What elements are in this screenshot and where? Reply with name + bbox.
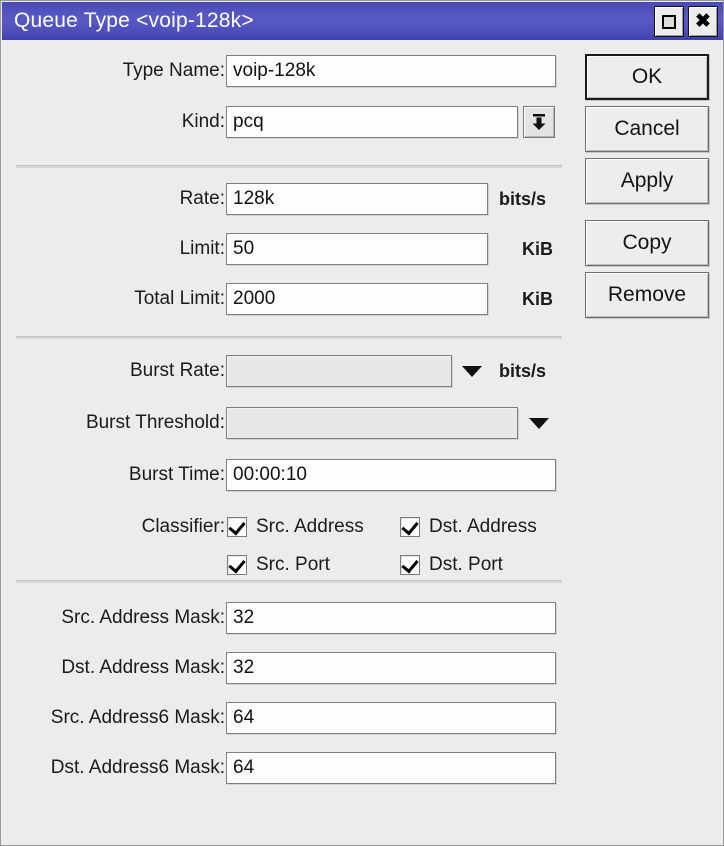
- row-limit: Limit: 50 KiB: [2, 232, 574, 266]
- checkbox-icon: [227, 555, 247, 575]
- burst-threshold-label: Burst Threshold:: [85, 412, 225, 433]
- window-controls: ✖: [654, 6, 718, 37]
- kind-label: Kind:: [181, 111, 225, 132]
- checkbox-icon: [400, 555, 420, 575]
- apply-button[interactable]: Apply: [585, 158, 709, 204]
- row-kind: Kind: pcq: [2, 105, 574, 139]
- total-limit-unit: KiB: [522, 288, 553, 309]
- classifier-src-port[interactable]: Src. Port: [227, 554, 330, 576]
- dropdown-arrow-icon: [532, 114, 546, 130]
- row-burst-rate: Burst Rate: bits/s: [2, 354, 574, 388]
- row-rate: Rate: 128k bits/s: [2, 182, 574, 216]
- chevron-down-icon[interactable]: [529, 418, 549, 429]
- form-area: Type Name: voip-128k Kind: pcq Rate: 128…: [2, 40, 574, 845]
- classifier-dst-port[interactable]: Dst. Port: [400, 554, 503, 576]
- rate-unit: bits/s: [499, 188, 547, 209]
- limit-input[interactable]: 50: [226, 233, 488, 265]
- row-type-name: Type Name: voip-128k: [2, 54, 574, 88]
- row-total-limit: Total Limit: 2000 KiB: [2, 282, 574, 316]
- separator-3: [16, 580, 562, 583]
- classifier-src-port-label: Src. Port: [256, 554, 330, 575]
- src-address-mask-label: Src. Address Mask:: [61, 607, 225, 628]
- src-address-mask-input[interactable]: 32: [226, 602, 556, 634]
- classifier-label: Classifier:: [141, 516, 225, 537]
- classifier-dst-port-label: Dst. Port: [429, 554, 503, 575]
- dst-address6-mask-input[interactable]: 64: [226, 752, 556, 784]
- burst-time-input[interactable]: 00:00:10: [226, 459, 556, 491]
- row-dst-address-mask: Dst. Address Mask: 32: [2, 651, 574, 685]
- classifier-dst-address-label: Dst. Address: [429, 516, 537, 537]
- maximize-icon: [662, 14, 676, 29]
- checkbox-icon: [227, 517, 247, 537]
- ok-button[interactable]: OK: [585, 54, 709, 100]
- type-name-label: Type Name:: [122, 60, 225, 81]
- total-limit-input[interactable]: 2000: [226, 283, 488, 315]
- button-column: OK Cancel Apply Copy Remove: [585, 54, 709, 324]
- burst-rate-label: Burst Rate:: [129, 360, 225, 381]
- title-bar[interactable]: Queue Type <voip-128k> ✖: [2, 2, 723, 40]
- dst-address6-mask-label: Dst. Address6 Mask:: [50, 757, 225, 778]
- kind-input[interactable]: pcq: [226, 106, 518, 138]
- row-src-address-mask: Src. Address Mask: 32: [2, 601, 574, 635]
- rate-label: Rate:: [179, 188, 225, 209]
- burst-threshold-input[interactable]: [226, 407, 518, 439]
- classifier-dst-address[interactable]: Dst. Address: [400, 516, 537, 538]
- kind-dropdown-button[interactable]: [523, 106, 555, 138]
- row-dst-address6-mask: Dst. Address6 Mask: 64: [2, 751, 574, 785]
- queue-type-dialog: Queue Type <voip-128k> ✖ Type Name: voip…: [0, 0, 724, 846]
- row-burst-time: Burst Time: 00:00:10: [2, 458, 574, 492]
- maximize-button[interactable]: [654, 6, 684, 37]
- limit-label: Limit:: [179, 238, 225, 259]
- dst-address-mask-input[interactable]: 32: [226, 652, 556, 684]
- window-title: Queue Type <voip-128k>: [14, 9, 254, 32]
- copy-button[interactable]: Copy: [585, 220, 709, 266]
- row-classifier: Classifier: Src. Address Dst. Address: [2, 510, 574, 544]
- type-name-input[interactable]: voip-128k: [226, 55, 556, 87]
- dialog-body: Type Name: voip-128k Kind: pcq Rate: 128…: [2, 40, 723, 845]
- close-icon: ✖: [695, 11, 711, 32]
- dst-address-mask-label: Dst. Address Mask:: [61, 657, 225, 678]
- burst-time-label: Burst Time:: [128, 464, 225, 485]
- src-address6-mask-label: Src. Address6 Mask:: [50, 707, 225, 728]
- classifier-src-address-label: Src. Address: [256, 516, 364, 537]
- burst-rate-input[interactable]: [226, 355, 452, 387]
- row-classifier-ports: Src. Port Dst. Port: [2, 548, 574, 582]
- src-address6-mask-input[interactable]: 64: [226, 702, 556, 734]
- total-limit-label: Total Limit:: [134, 288, 225, 309]
- classifier-src-address[interactable]: Src. Address: [227, 516, 364, 538]
- row-src-address6-mask: Src. Address6 Mask: 64: [2, 701, 574, 735]
- remove-button[interactable]: Remove: [585, 272, 709, 318]
- burst-rate-unit: bits/s: [499, 360, 547, 381]
- limit-unit: KiB: [522, 238, 553, 259]
- close-button[interactable]: ✖: [688, 6, 718, 37]
- chevron-down-icon[interactable]: [462, 366, 482, 377]
- checkbox-icon: [400, 517, 420, 537]
- rate-input[interactable]: 128k: [226, 183, 488, 215]
- separator-1: [16, 165, 562, 168]
- cancel-button[interactable]: Cancel: [585, 106, 709, 152]
- separator-2: [16, 336, 562, 339]
- row-burst-threshold: Burst Threshold:: [2, 406, 574, 440]
